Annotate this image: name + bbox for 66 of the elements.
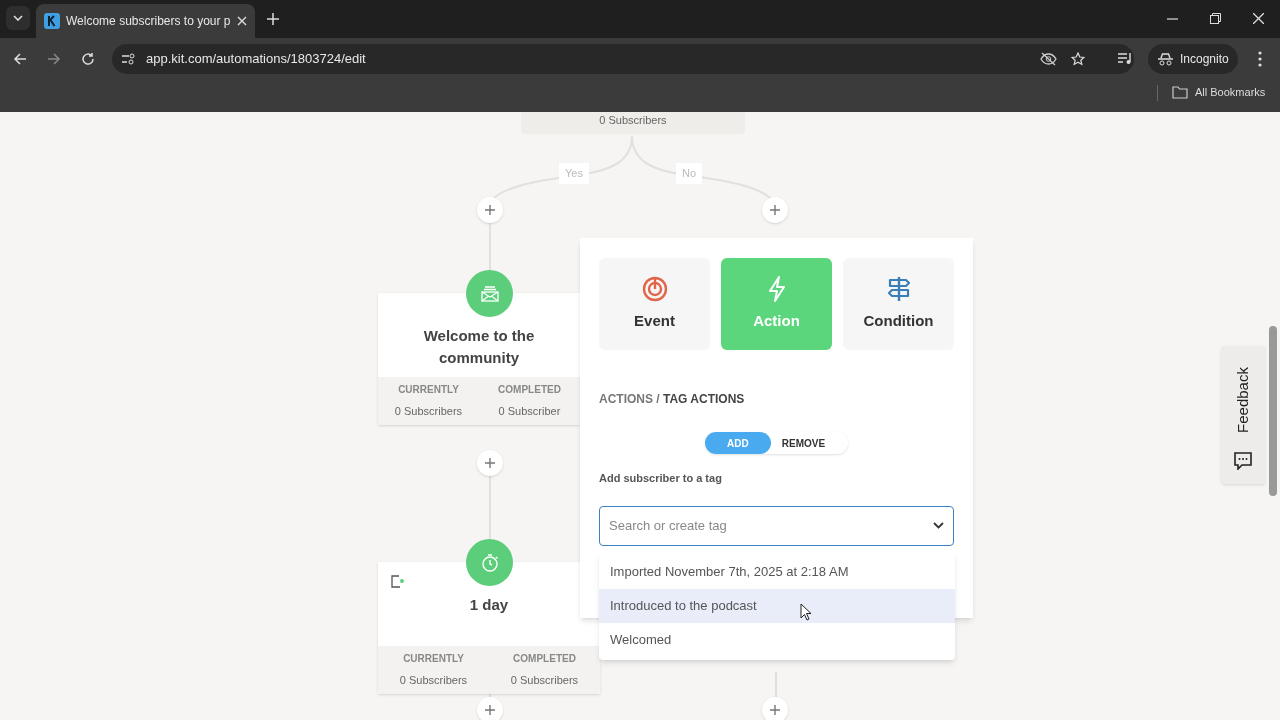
eye-slash-icon[interactable] <box>1040 52 1057 66</box>
tag-option[interactable]: Welcomed <box>599 623 955 657</box>
step-type-card[interactable]: Condition <box>843 258 954 350</box>
incognito-icon <box>1158 52 1173 66</box>
stat-value: 0 Subscriber <box>498 404 561 420</box>
toggle-option[interactable]: REMOVE <box>770 432 837 454</box>
chat-bubble-icon <box>1234 452 1252 470</box>
stat-label: CURRENTLY <box>403 652 464 667</box>
envelope-stack-icon <box>480 285 499 302</box>
new-tab-icon[interactable] <box>267 13 279 25</box>
media-queue-icon[interactable] <box>1118 52 1133 65</box>
url-text: app.kit.com/automations/1803724/edit <box>146 50 366 69</box>
back-arrow-icon[interactable] <box>13 52 27 66</box>
tag-option[interactable]: Imported November 7th, 2025 at 2:18 AM <box>599 555 955 589</box>
incognito-badge[interactable]: Incognito <box>1148 44 1238 74</box>
tag-select[interactable]: Search or create tag <box>599 505 954 546</box>
target-icon <box>641 275 668 302</box>
stopwatch-icon <box>480 553 499 572</box>
node-title: Welcome to the community <box>422 326 536 368</box>
tag-search-input[interactable]: Search or create tag <box>609 515 909 536</box>
star-icon[interactable] <box>1071 52 1085 66</box>
reload-icon[interactable] <box>81 52 95 66</box>
more-menu-icon[interactable] <box>1258 51 1262 67</box>
stat-value: 0 Subscribers <box>394 404 463 420</box>
stat-label: COMPLETED <box>513 652 576 667</box>
step-type-card[interactable]: Event <box>599 258 710 350</box>
address-bar[interactable]: app.kit.com/automations/1803724/edit <box>112 44 1134 74</box>
plus-icon <box>485 705 495 715</box>
branch-label: Yes <box>559 163 589 184</box>
stat-label: CURRENTLY <box>398 383 459 398</box>
document-status-icon <box>391 575 405 588</box>
plus-icon <box>770 705 780 715</box>
add-step-button[interactable] <box>762 697 788 720</box>
forward-arrow-icon[interactable] <box>47 52 61 66</box>
field-label: Add subscriber to a tag <box>599 471 723 486</box>
mouse-cursor-icon <box>800 603 812 621</box>
close-icon[interactable] <box>236 16 247 26</box>
plus-icon <box>485 205 495 215</box>
close-icon[interactable] <box>1253 13 1264 24</box>
plus-icon <box>485 458 495 468</box>
signpost-icon <box>887 275 910 302</box>
add-step-button[interactable] <box>477 697 503 720</box>
browser-tab[interactable]: Welcome subscribers to your p <box>36 4 255 38</box>
chevron-down-icon <box>933 522 944 529</box>
stat-value: 0 Subscribers <box>399 673 468 689</box>
node-title: 1 day <box>469 595 509 615</box>
kit-logo-icon <box>44 13 60 29</box>
subscriber-count: 0 Subscribers <box>599 113 667 128</box>
folder-icon <box>1172 85 1188 99</box>
breadcrumb: ACTIONS / TAG ACTIONS <box>599 391 746 408</box>
feedback-tab[interactable]: Feedback <box>1221 346 1265 484</box>
site-settings-icon[interactable] <box>122 53 136 65</box>
plus-icon <box>770 205 780 215</box>
chevron-down-icon <box>13 15 23 21</box>
tab-list-button[interactable] <box>6 6 30 30</box>
stat-value: 0 Subscribers <box>510 673 579 689</box>
tag-option[interactable]: Introduced to the podcast <box>599 589 955 623</box>
add-step-button[interactable] <box>477 450 503 476</box>
all-bookmarks-button[interactable]: All Bookmarks <box>1172 84 1266 101</box>
lightning-icon <box>767 275 786 302</box>
branch-label: No <box>676 163 703 184</box>
stat-label: COMPLETED <box>498 383 561 398</box>
add-step-button[interactable] <box>762 197 788 223</box>
tab-title: Welcome subscribers to your p <box>66 13 231 30</box>
add-step-button[interactable] <box>477 197 503 223</box>
restore-icon[interactable] <box>1210 13 1221 24</box>
